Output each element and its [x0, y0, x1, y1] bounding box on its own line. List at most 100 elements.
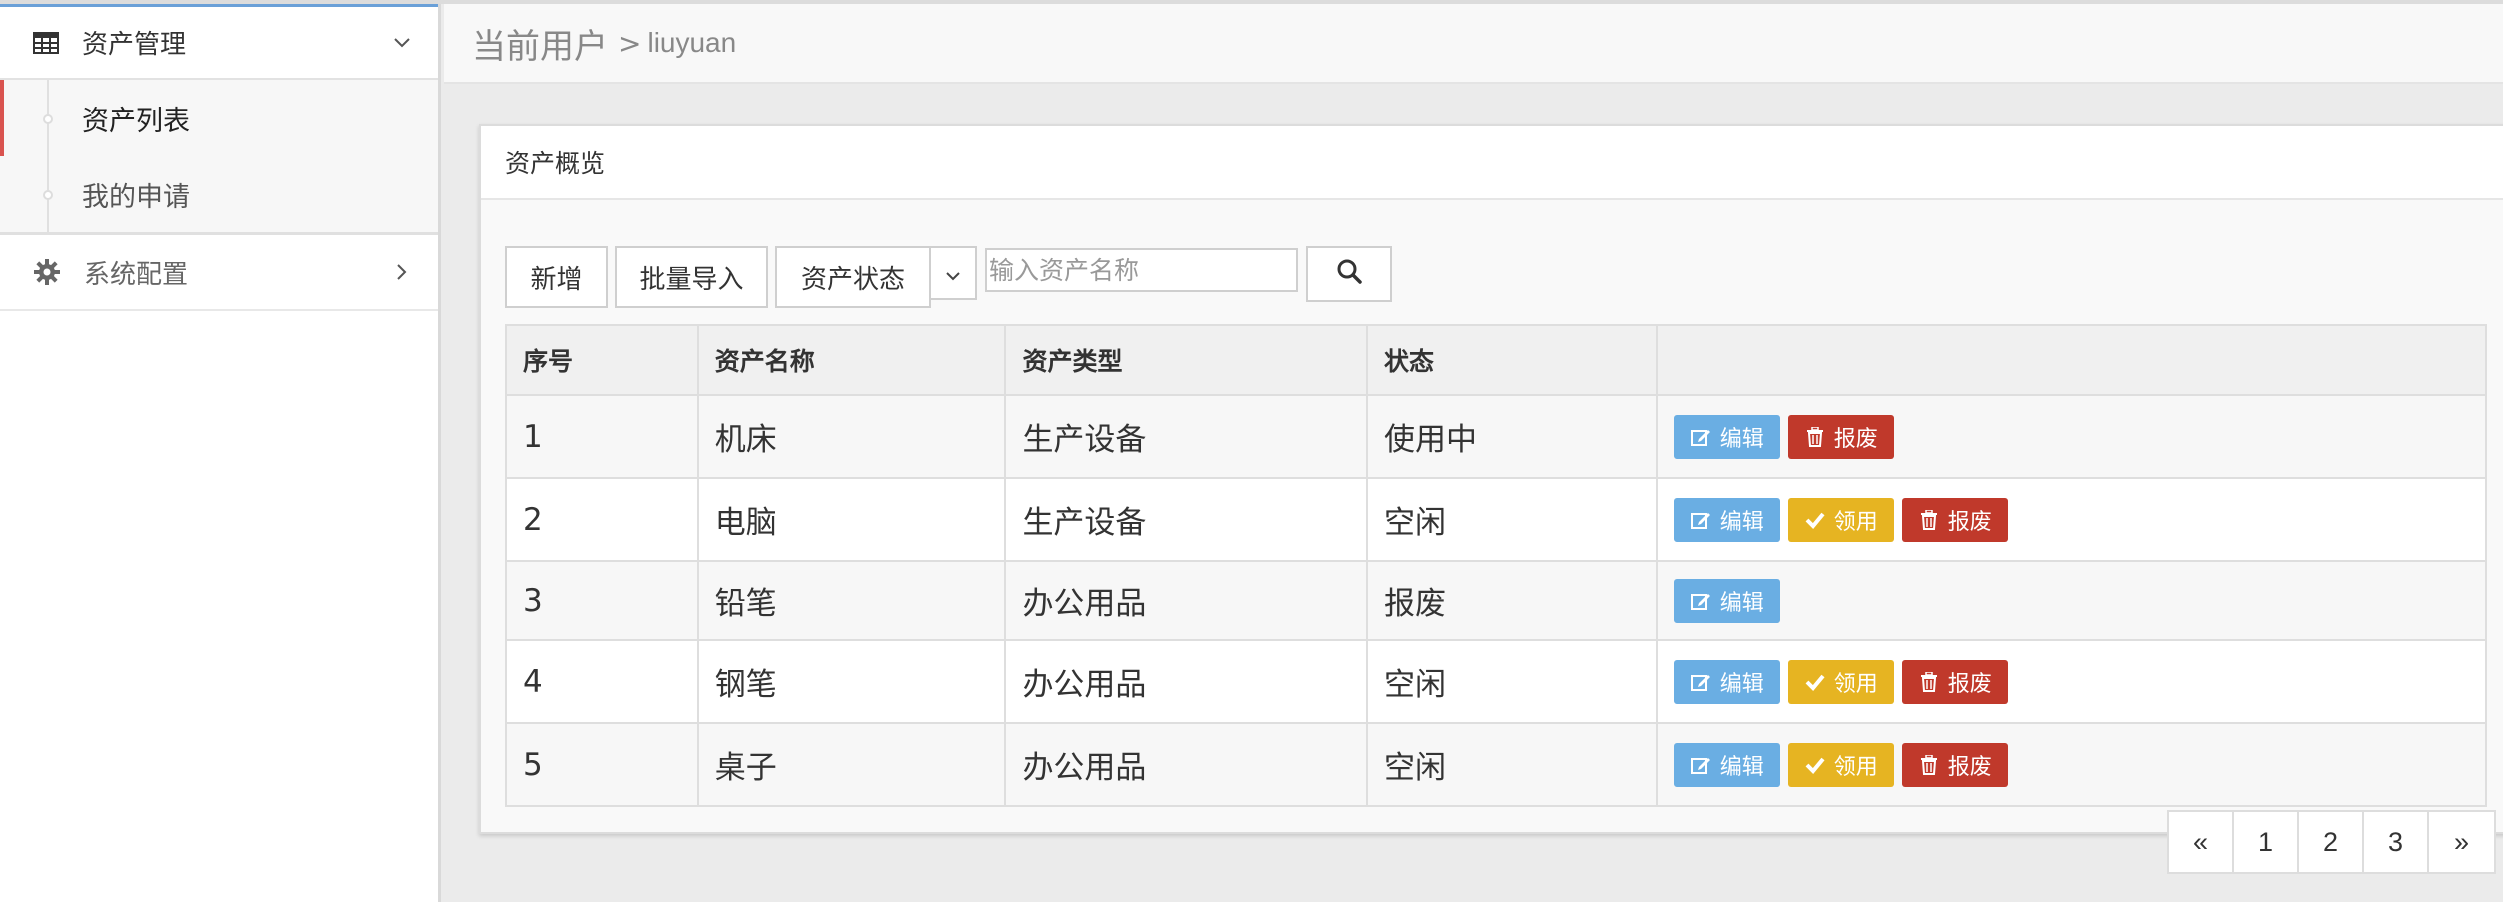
cell-id: 3 — [505, 560, 699, 641]
pagination: « 1 2 3 » — [2167, 810, 2496, 874]
batch-import-button[interactable]: 批量导入 — [615, 246, 768, 308]
menu-asset-management[interactable]: 资产管理 — [0, 4, 438, 80]
edit-button[interactable]: 编辑 — [1673, 742, 1780, 787]
claim-label: 领用 — [1833, 671, 1878, 697]
check-icon — [1804, 509, 1826, 531]
sidebar-item-asset-list[interactable]: 资产列表 — [0, 80, 438, 156]
pagination-page-3[interactable]: 3 — [2364, 812, 2429, 872]
pagination-page-2[interactable]: 2 — [2299, 812, 2364, 872]
asset-overview-panel: 资产概览 新增 批量导入 资产状态 输入资产名称 序号 资产名称 资产类型 状态… — [479, 124, 2503, 834]
cell-type: 生产设备 — [1004, 394, 1369, 479]
trash-icon — [1918, 671, 1940, 693]
search-button[interactable] — [1306, 246, 1392, 302]
cell-actions: 编辑 — [1655, 560, 2488, 641]
menu-system-config-label: 系统配置 — [84, 259, 189, 290]
scrap-label: 报废 — [1833, 426, 1878, 452]
breadcrumb: 当前用户 > liuyuan — [444, 4, 2503, 84]
menu-system-config[interactable]: 系统配置 — [0, 235, 438, 311]
cell-name: 机床 — [696, 394, 1007, 479]
check-icon — [1804, 671, 1826, 693]
edit-icon — [1690, 590, 1712, 612]
edit-label: 编辑 — [1719, 590, 1764, 616]
panel-body: 新增 批量导入 资产状态 输入资产名称 序号 资产名称 资产类型 状态 1 机床… — [481, 200, 2503, 832]
column-header-type: 资产类型 — [1004, 324, 1369, 396]
cell-name: 钢笔 — [696, 639, 1007, 724]
cell-status: 空闲 — [1366, 639, 1658, 724]
cell-id: 5 — [505, 722, 699, 807]
table-row: 3 铅笔 办公用品 报废 编辑 — [505, 560, 2488, 641]
claim-label: 领用 — [1833, 509, 1878, 535]
cell-status: 报废 — [1366, 560, 1658, 641]
scrap-label: 报废 — [1947, 509, 1992, 535]
edit-label: 编辑 — [1719, 509, 1764, 535]
scrap-button[interactable]: 报废 — [1901, 742, 2008, 787]
pagination-prev[interactable]: « — [2169, 812, 2234, 872]
table-row: 2 电脑 生产设备 空闲 编辑 领用 报废 — [505, 477, 2488, 562]
scrap-button[interactable]: 报废 — [1787, 414, 1894, 459]
scrap-button[interactable]: 报废 — [1901, 659, 2008, 704]
pagination-next[interactable]: » — [2429, 812, 2494, 872]
cell-name: 桌子 — [696, 722, 1007, 807]
search-field — [985, 248, 1298, 292]
trash-icon — [1804, 426, 1826, 448]
claim-button[interactable]: 领用 — [1787, 497, 1894, 542]
cell-type: 生产设备 — [1004, 477, 1369, 562]
table-row: 1 机床 生产设备 使用中 编辑 报废 — [505, 394, 2488, 479]
page-title: 当前用户 — [472, 26, 608, 67]
cell-id: 2 — [505, 477, 699, 562]
edit-button[interactable]: 编辑 — [1673, 414, 1780, 459]
cell-type: 办公用品 — [1004, 639, 1369, 724]
sidebar-item-my-requests[interactable]: 我的申请 — [0, 156, 438, 232]
edit-label: 编辑 — [1719, 671, 1764, 697]
scrap-label: 报废 — [1947, 671, 1992, 697]
pagination-page-1[interactable]: 1 — [2234, 812, 2299, 872]
claim-button[interactable]: 领用 — [1787, 659, 1894, 704]
gear-icon — [32, 257, 62, 287]
panel-title: 资产概览 — [481, 126, 2503, 200]
cell-id: 1 — [505, 394, 699, 479]
edit-icon — [1690, 509, 1712, 531]
cell-id: 4 — [505, 639, 699, 724]
chevron-down-icon — [390, 31, 414, 55]
edit-button[interactable]: 编辑 — [1673, 578, 1780, 623]
breadcrumb-separator: > — [618, 26, 642, 60]
cell-status: 空闲 — [1366, 722, 1658, 807]
scrap-button[interactable]: 报废 — [1901, 497, 2008, 542]
chevron-down-icon — [945, 258, 961, 288]
column-header-status: 状态 — [1366, 324, 1658, 396]
claim-label: 领用 — [1833, 754, 1878, 780]
menu-asset-management-label: 资产管理 — [82, 30, 187, 60]
cell-name: 铅笔 — [696, 560, 1007, 641]
cell-name: 电脑 — [696, 477, 1007, 562]
toolbar: 新增 批量导入 资产状态 — [505, 246, 1392, 310]
cell-type: 办公用品 — [1004, 560, 1369, 641]
edit-icon — [1690, 754, 1712, 776]
asset-status-dropdown-toggle[interactable] — [929, 246, 977, 300]
table-row: 5 桌子 办公用品 空闲 编辑 领用 报废 — [505, 722, 2488, 807]
sidebar-item-label: 我的申请 — [82, 181, 190, 213]
scrap-label: 报废 — [1947, 754, 1992, 780]
sidebar-item-label: 资产列表 — [82, 105, 190, 137]
claim-button[interactable]: 领用 — [1787, 742, 1894, 787]
submenu-dot — [43, 114, 53, 124]
edit-button[interactable]: 编辑 — [1673, 497, 1780, 542]
cell-actions: 编辑 领用 报废 — [1655, 722, 2488, 807]
chevron-right-icon — [390, 260, 414, 284]
sidebar: 资产管理 资产列表 我的申请 系统配置 — [0, 4, 441, 902]
search-input[interactable] — [987, 250, 1296, 290]
cell-type: 办公用品 — [1004, 722, 1369, 807]
cell-actions: 编辑 领用 报废 — [1655, 639, 2488, 724]
table-icon — [32, 29, 60, 57]
search-icon — [1336, 258, 1362, 291]
cell-actions: 编辑 报废 — [1655, 394, 2488, 479]
edit-label: 编辑 — [1719, 426, 1764, 452]
edit-label: 编辑 — [1719, 754, 1764, 780]
add-button[interactable]: 新增 — [505, 246, 608, 308]
trash-icon — [1918, 509, 1940, 531]
column-header-actions — [1655, 324, 2488, 396]
column-header-id: 序号 — [505, 324, 699, 396]
edit-icon — [1690, 671, 1712, 693]
edit-icon — [1690, 426, 1712, 448]
asset-status-button[interactable]: 资产状态 — [775, 246, 931, 308]
edit-button[interactable]: 编辑 — [1673, 659, 1780, 704]
